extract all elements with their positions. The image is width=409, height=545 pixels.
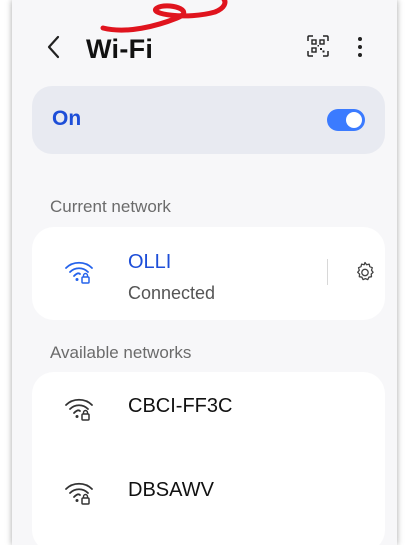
- current-network-card[interactable]: OLLI Connected: [32, 227, 385, 320]
- network-item[interactable]: CBCI-FF3C: [32, 372, 385, 442]
- qr-code-icon[interactable]: [306, 34, 330, 58]
- wifi-lock-icon: [65, 482, 93, 505]
- gear-icon[interactable]: [353, 260, 377, 284]
- wifi-toggle-row[interactable]: On: [32, 86, 385, 154]
- network-item[interactable]: DBSAWV: [32, 456, 385, 526]
- available-networks-section-label: Available networks: [50, 343, 192, 362]
- toggle-knob: [346, 112, 362, 128]
- current-network-status: Connected: [128, 283, 216, 303]
- current-network-name: OLLI: [128, 251, 172, 273]
- network-name: DBSAWV: [128, 479, 214, 501]
- wifi-state-label: On: [52, 107, 82, 130]
- network-name: CBCI-FF3C: [128, 395, 233, 417]
- divider: [327, 259, 328, 285]
- wifi-lock-icon: [65, 261, 93, 284]
- wifi-lock-icon: [65, 398, 93, 421]
- app-header: Wi-Fi: [12, 20, 397, 76]
- chevron-left-icon[interactable]: [42, 33, 66, 61]
- more-vertical-icon[interactable]: [354, 34, 366, 60]
- phone-screen: Wi-Fi On Current network OLLI Connected …: [12, 0, 397, 545]
- available-networks-card: CBCI-FF3C DBSAWV: [32, 372, 385, 545]
- page-title: Wi-Fi: [86, 34, 154, 64]
- wifi-toggle-switch[interactable]: [327, 109, 365, 131]
- current-network-section-label: Current network: [50, 197, 171, 216]
